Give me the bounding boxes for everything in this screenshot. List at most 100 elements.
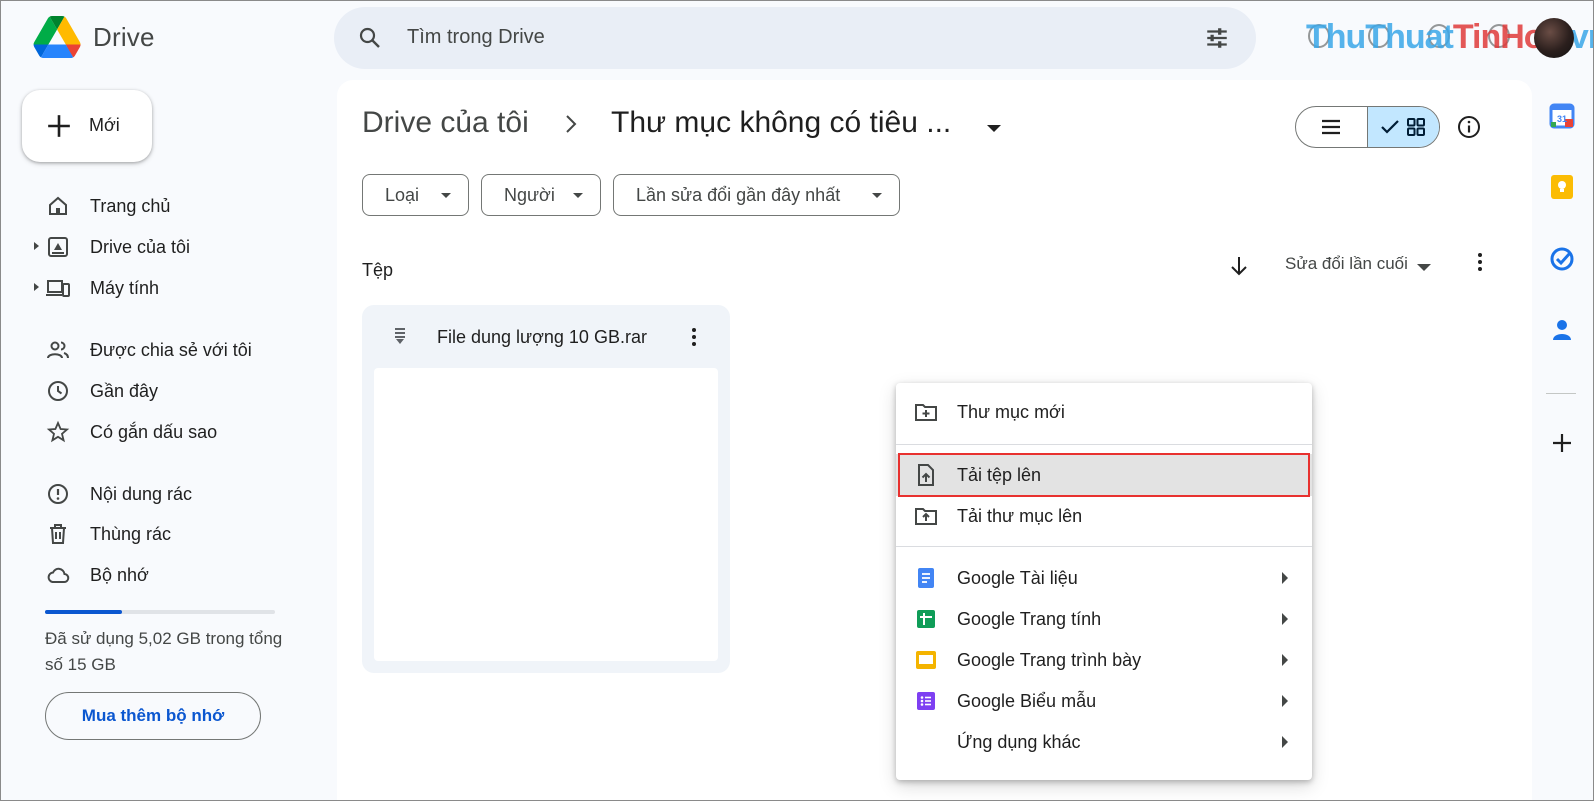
filter-modified-chip[interactable]: Lần sửa đổi gần đây nhất [613, 174, 900, 216]
sidebar-item-recent[interactable]: Gần đây [34, 373, 294, 409]
menu-item-new-folder[interactable]: Thư mục mới [896, 391, 1312, 433]
submenu-arrow-icon [1282, 654, 1288, 666]
file-more-icon[interactable] [682, 325, 706, 349]
menu-item-google-sheets[interactable]: Google Trang tính [896, 598, 1312, 640]
filter-modified-label: Lần sửa đổi gần đây nhất [636, 184, 841, 205]
menu-item-label: Tải thư mục lên [957, 506, 1083, 526]
keep-icon[interactable] [1548, 173, 1576, 201]
menu-item-upload-folder[interactable]: Tải thư mục lên [896, 495, 1312, 537]
expand-icon[interactable] [34, 242, 39, 250]
info-icon[interactable] [1457, 115, 1481, 139]
storage-usage-fill [45, 610, 123, 614]
sort-dropdown-icon[interactable] [1417, 264, 1431, 271]
sidebar-item-computers[interactable]: Máy tính [34, 270, 294, 306]
upload-file-icon [918, 464, 934, 486]
new-button[interactable]: Mới [22, 90, 152, 162]
menu-item-label: Ứng dụng khác [957, 732, 1081, 752]
breadcrumb-current[interactable]: Thư mục không có tiêu ... [611, 106, 951, 140]
search-input[interactable]: Tìm trong Drive [407, 26, 545, 49]
archive-file-icon [395, 328, 405, 344]
google-slides-icon [916, 651, 936, 669]
submenu-arrow-icon [1282, 736, 1288, 748]
my-drive-icon [48, 237, 68, 257]
grid-icon [1407, 118, 1426, 136]
menu-item-google-forms[interactable]: Google Biểu mẫu [896, 680, 1312, 722]
file-card[interactable]: File dung lượng 10 GB.rar [362, 305, 730, 673]
avatar[interactable] [1534, 18, 1574, 58]
search-options-icon[interactable] [1204, 25, 1230, 51]
submenu-arrow-icon [1282, 572, 1288, 584]
files-section-title: Tệp [362, 260, 394, 280]
app-name: Drive [93, 21, 155, 52]
drive-logo-icon [33, 16, 81, 58]
storage-usage-text: Đã sử dụng 5,02 GB trong tổng số 15 GB [45, 629, 283, 674]
add-icon[interactable] [1548, 429, 1576, 457]
calendar-icon[interactable]: 31 [1548, 102, 1576, 130]
sidebar-item-trash[interactable]: Thùng rác [34, 516, 294, 552]
search-icon[interactable] [358, 26, 382, 50]
submenu-arrow-icon [1282, 613, 1288, 625]
plus-icon [48, 115, 70, 137]
spam-icon [48, 484, 68, 504]
menu-divider [896, 546, 1312, 547]
sidebar-item-label: Gần đây [90, 381, 159, 401]
tasks-icon[interactable] [1548, 245, 1576, 273]
search-bar[interactable]: Tìm trong Drive [334, 7, 1256, 69]
menu-item-upload-file[interactable]: Tải tệp lên [896, 454, 1312, 496]
sort-by-button[interactable]: Sửa đổi lần cuối [1285, 254, 1408, 274]
sidebar-item-label: Được chia sẻ với tôi [90, 340, 252, 360]
sidebar-item-label: Trang chủ [90, 196, 171, 216]
svg-text:31: 31 [1557, 114, 1567, 124]
menu-item-google-docs[interactable]: Google Tài liệu [896, 557, 1312, 599]
sidebar-item-storage[interactable]: Bộ nhớ [34, 557, 294, 593]
sidebar-item-label: Máy tính [90, 278, 160, 298]
drive-logo[interactable]: Drive [33, 16, 155, 58]
filter-type-label: Loại [385, 184, 420, 205]
breadcrumb-root[interactable]: Drive của tôi [362, 106, 529, 140]
buy-storage-button[interactable]: Mua thêm bộ nhớ [45, 692, 261, 740]
dropdown-arrow-icon [573, 193, 583, 198]
menu-item-label: Google Biểu mẫu [957, 691, 1097, 711]
submenu-arrow-icon [1282, 695, 1288, 707]
sidebar-item-label: Drive của tôi [90, 237, 191, 257]
dropdown-arrow-icon [441, 193, 451, 198]
menu-item-google-slides[interactable]: Google Trang trình bày [896, 639, 1312, 681]
rail-divider [1546, 393, 1576, 394]
chevron-right-icon [566, 115, 577, 133]
file-thumbnail [374, 368, 718, 661]
google-sheets-icon [917, 610, 935, 628]
trash-icon [50, 524, 66, 544]
dropdown-arrow-icon [872, 193, 882, 198]
contacts-icon[interactable] [1548, 316, 1576, 344]
menu-item-label: Google Tài liệu [957, 568, 1078, 588]
sort-direction-icon[interactable] [1227, 254, 1251, 278]
sidebar-item-my-drive[interactable]: Drive của tôi [34, 229, 294, 265]
file-name: File dung lượng 10 GB.rar [437, 327, 647, 347]
sidebar-item-spam[interactable]: Nội dung rác [34, 476, 294, 512]
grid-view-button[interactable] [1367, 107, 1439, 147]
filter-people-label: Người [504, 184, 555, 205]
folder-menu-icon[interactable] [987, 125, 1001, 132]
upload-folder-icon [915, 508, 937, 525]
home-icon [49, 196, 67, 215]
menu-item-label: Thư mục mới [957, 402, 1065, 422]
sidebar-item-starred[interactable]: Có gắn dấu sao [34, 414, 294, 450]
more-options-icon[interactable] [1468, 250, 1492, 274]
sidebar-item-label: Bộ nhớ [90, 565, 149, 585]
menu-item-label: Google Trang tính [957, 609, 1102, 629]
filter-people-chip[interactable]: Người [481, 174, 601, 216]
storage-usage-bar [45, 610, 275, 614]
star-icon [46, 420, 70, 443]
filter-type-chip[interactable]: Loại [362, 174, 469, 216]
menu-item-more-apps[interactable]: Ứng dụng khác [896, 721, 1312, 763]
new-button-label: Mới [89, 115, 120, 135]
menu-divider [896, 444, 1312, 445]
google-forms-icon [917, 692, 935, 710]
list-view-button[interactable] [1296, 107, 1368, 147]
expand-icon[interactable] [34, 283, 39, 291]
check-icon [1381, 120, 1400, 134]
sidebar-item-home[interactable]: Trang chủ [34, 188, 294, 224]
sidebar-item-shared[interactable]: Được chia sẻ với tôi [34, 332, 294, 368]
menu-item-label: Google Trang trình bày [957, 650, 1142, 670]
sidebar-item-label: Có gắn dấu sao [90, 422, 218, 442]
